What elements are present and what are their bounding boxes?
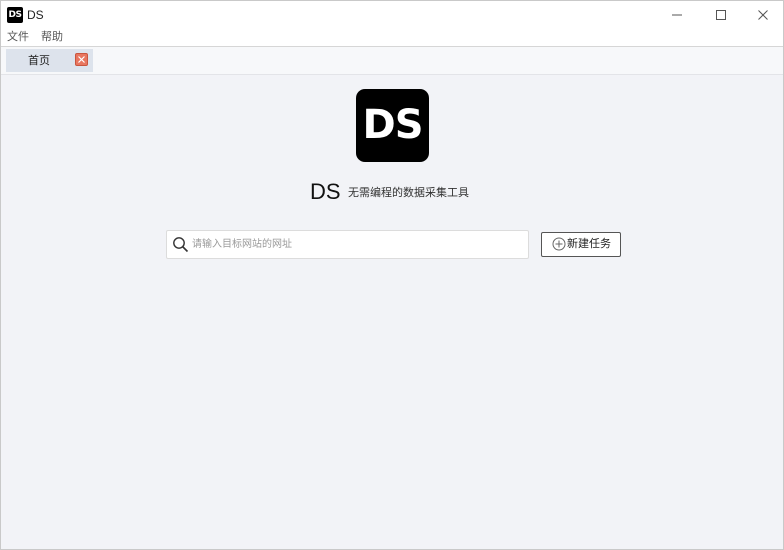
brand-name: DS (310, 179, 341, 204)
app-logo: DS (356, 89, 429, 162)
maximize-button[interactable] (699, 1, 743, 29)
tab-bar: 首页 (1, 47, 783, 75)
brand-tagline: 无需编程的数据采集工具 (348, 186, 469, 199)
minimize-icon (672, 14, 682, 16)
search-icon (173, 237, 189, 253)
logo-text: DS (362, 102, 423, 148)
new-task-label: 新建任务 (567, 237, 611, 250)
close-window-button[interactable] (741, 1, 783, 29)
tab-label: 首页 (28, 54, 50, 67)
window-title: DS (27, 8, 44, 22)
plus-circle-icon (552, 237, 566, 251)
menu-bar: 文件 帮助 (1, 29, 783, 46)
minimize-button[interactable] (655, 1, 699, 29)
title-bar[interactable]: DS DS (1, 1, 783, 29)
url-input[interactable] (192, 231, 522, 258)
app-logo-icon: DS (7, 7, 23, 23)
menu-help[interactable]: 帮助 (41, 30, 63, 44)
maximize-icon (716, 10, 726, 20)
tab-home[interactable]: 首页 (6, 49, 93, 72)
close-icon (758, 10, 768, 20)
new-task-button[interactable]: 新建任务 (541, 232, 621, 257)
close-icon (78, 56, 85, 63)
search-box[interactable] (166, 230, 529, 259)
menu-file[interactable]: 文件 (7, 30, 29, 44)
app-window: DS DS 文件 帮助 首页 DS DS 无需编程的数据采集工具 请输入目标网站… (0, 0, 784, 550)
tab-close-button[interactable] (75, 53, 88, 66)
